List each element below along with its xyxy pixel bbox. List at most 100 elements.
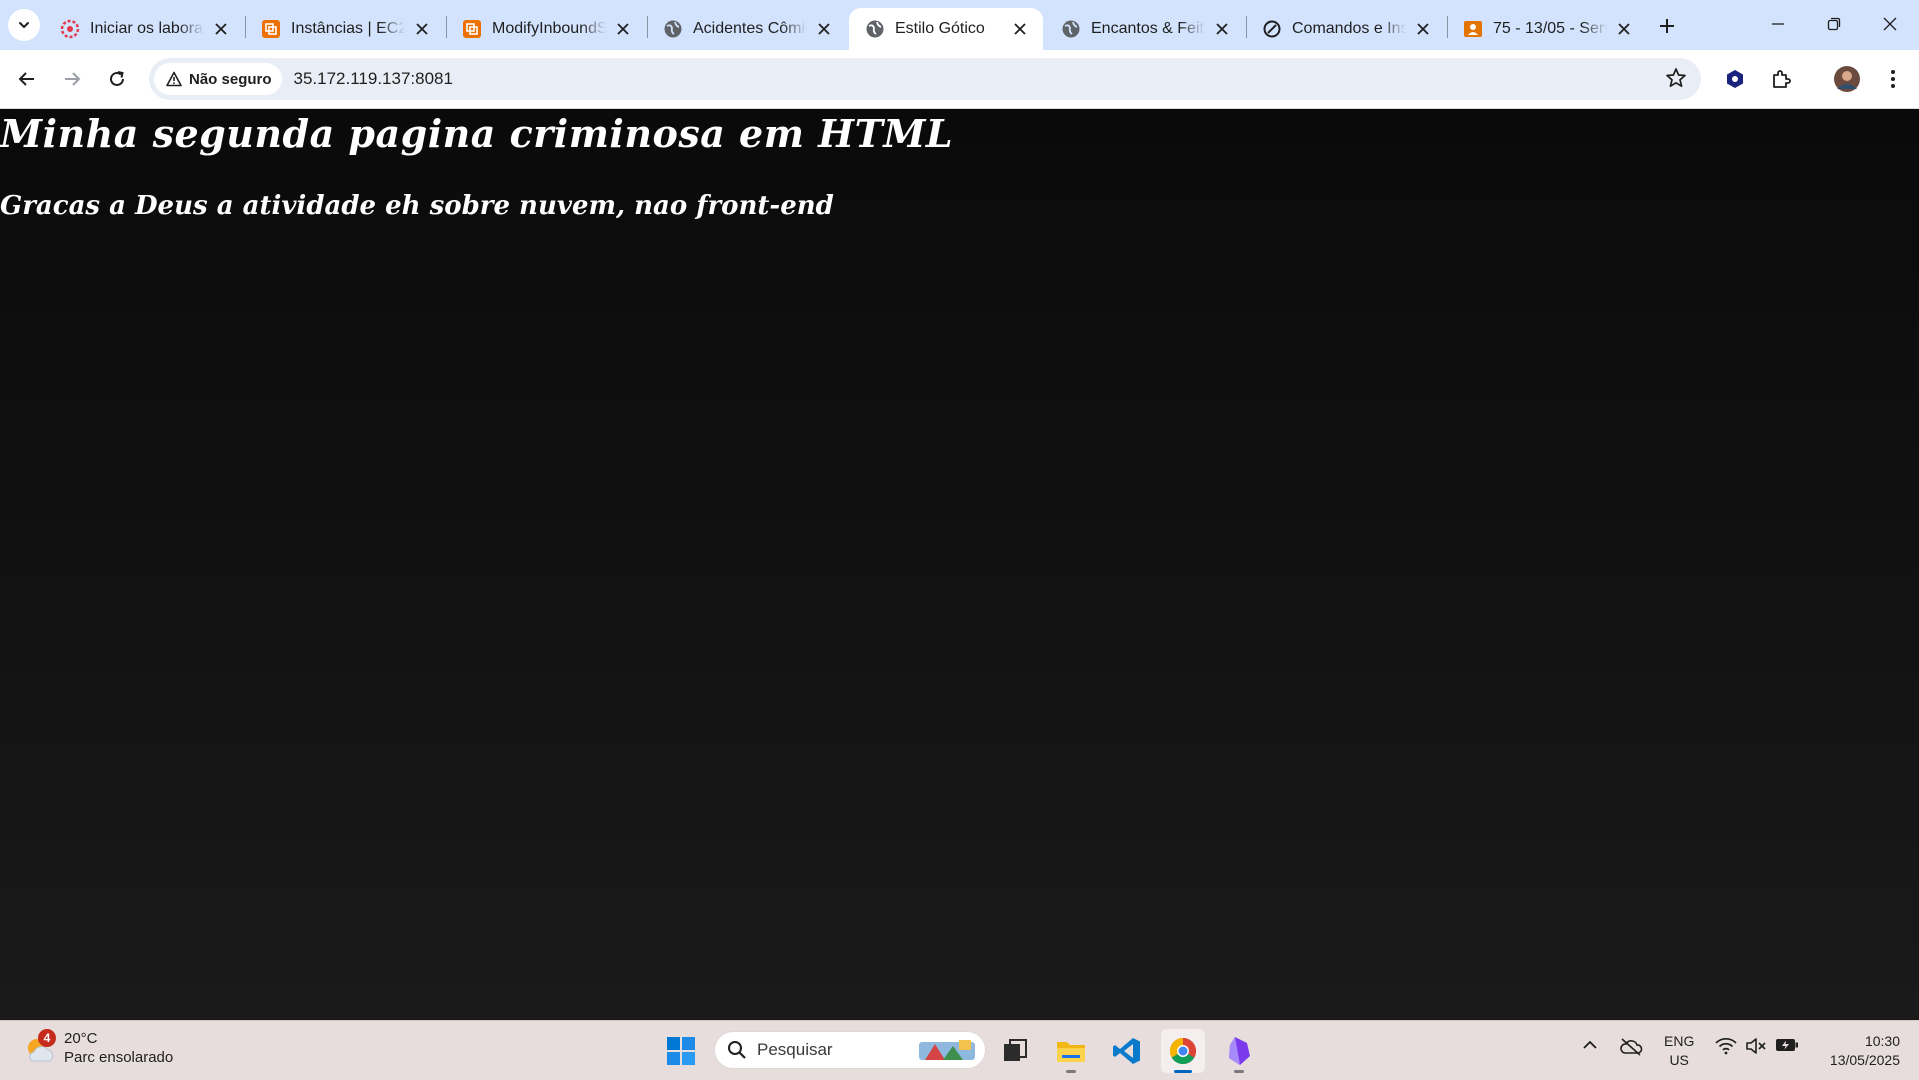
tab-search-button[interactable]: [8, 9, 40, 41]
tab-title: Encantos & Feitiços: [1091, 20, 1205, 37]
minimize-button[interactable]: [1750, 0, 1806, 48]
task-view-button[interactable]: [993, 1029, 1037, 1073]
arrow-right-icon: [65, 72, 81, 86]
weather-icon: 4: [24, 1029, 56, 1065]
language-code: ENG: [1664, 1033, 1695, 1049]
tab-title: 75 - 13/05 - Servidores: [1493, 20, 1607, 37]
close-icon[interactable]: [1412, 18, 1434, 40]
browser-tab-strip: Iniciar os laboratório Instâncias | EC2 …: [0, 0, 1919, 50]
volume-muted-icon: [1746, 1038, 1766, 1054]
forward-button[interactable]: [55, 62, 89, 96]
wifi-icon: [1715, 1037, 1737, 1055]
arrow-left-icon: [18, 72, 34, 86]
restore-icon: [1827, 17, 1841, 31]
tab-title: Estilo Gótico: [895, 20, 985, 37]
web-page-content: Minha segunda pagina criminosa em HTML G…: [0, 109, 1919, 1020]
extension-shield-button[interactable]: [1718, 62, 1752, 96]
onedrive-status[interactable]: [1619, 1037, 1643, 1057]
network-status[interactable]: [1715, 1037, 1737, 1055]
windows-logo-icon: [667, 1037, 695, 1065]
file-explorer-button[interactable]: [1049, 1029, 1093, 1073]
plus-icon: [1660, 19, 1674, 33]
search-icon: [728, 1041, 746, 1059]
input-language-indicator[interactable]: ENG US: [1664, 1032, 1694, 1070]
running-indicator: [1174, 1070, 1192, 1073]
bookmark-star-icon[interactable]: [1665, 67, 1687, 89]
close-icon[interactable]: [1613, 18, 1635, 40]
aws-icon: [261, 19, 281, 39]
cloud-offline-icon: [1620, 1038, 1643, 1056]
avatar: [1834, 66, 1860, 92]
profile-button[interactable]: [1830, 62, 1864, 96]
tab-title: ModifyInboundSecurityGroup: [492, 20, 606, 37]
search-placeholder: Pesquisar: [757, 1040, 833, 1059]
page-subheading: Gracas a Deus a atividade eh sobre nuvem…: [0, 191, 834, 221]
clock-time: 10:30: [1864, 1033, 1900, 1049]
browser-tab[interactable]: ModifyInboundSecurityGroup: [446, 8, 646, 50]
browser-tab[interactable]: Iniciar os laboratório: [44, 8, 244, 50]
obsidian-button[interactable]: [1217, 1029, 1261, 1073]
browser-tab[interactable]: Encantos & Feitiços: [1045, 8, 1245, 50]
windows-taskbar: 4 20°C Parc ensolarado Pesquisar ENG US …: [0, 1020, 1919, 1080]
close-icon[interactable]: [411, 18, 433, 40]
browser-tab[interactable]: 75 - 13/05 - Servidores: [1447, 8, 1647, 50]
browser-tab-active[interactable]: Estilo Gótico: [849, 8, 1043, 50]
show-hidden-icons-button[interactable]: [1582, 1037, 1598, 1053]
chrome-button[interactable]: [1161, 1029, 1205, 1073]
url-text[interactable]: 35.172.119.137:8081: [294, 69, 453, 89]
vscode-icon: [1113, 1038, 1140, 1064]
obsidian-icon: [1229, 1037, 1250, 1065]
weather-temperature: 20°C: [64, 1030, 98, 1047]
system-clock[interactable]: 10:30 13/05/2025: [1818, 1032, 1900, 1070]
security-chip-label: Não seguro: [189, 70, 272, 88]
browser-tab[interactable]: Acidentes Cômicos: [647, 8, 847, 50]
folder-icon: [1057, 1042, 1085, 1062]
vscode-button[interactable]: [1105, 1029, 1149, 1073]
task-view-icon: [1004, 1039, 1027, 1061]
classroom-icon: [1463, 19, 1483, 39]
globe-icon: [663, 19, 683, 39]
running-indicator: [1234, 1070, 1244, 1073]
extensions-button[interactable]: [1765, 62, 1799, 96]
address-bar[interactable]: Não seguro 35.172.119.137:8081: [149, 58, 1701, 100]
chrome-icon: [1169, 1037, 1197, 1065]
taskbar-search-box[interactable]: Pesquisar: [714, 1031, 986, 1069]
weather-condition: Parc ensolarado: [64, 1049, 174, 1066]
tab-title: Iniciar os laboratório: [90, 20, 204, 37]
close-icon[interactable]: [210, 18, 232, 40]
aws-icon: [462, 19, 482, 39]
battery-status[interactable]: [1775, 1037, 1799, 1053]
battery-charging-icon: [1776, 1039, 1798, 1051]
volume-status[interactable]: [1745, 1037, 1767, 1055]
reload-button[interactable]: [100, 62, 134, 96]
clock-date: 13/05/2025: [1829, 1052, 1900, 1068]
tab-title: Acidentes Cômicos: [693, 20, 807, 37]
security-chip[interactable]: Não seguro: [154, 63, 282, 95]
warning-icon: [166, 71, 182, 87]
start-button[interactable]: [659, 1029, 703, 1073]
restore-button[interactable]: [1806, 0, 1862, 48]
close-icon[interactable]: [1009, 18, 1031, 40]
weather-widget[interactable]: 4 20°C Parc ensolarado: [24, 1029, 173, 1067]
tab-title: Instâncias | EC2 | us-east-1: [291, 20, 405, 37]
tab-title: Comandos e Instruções: [1292, 20, 1406, 37]
shield-extension-icon: [1727, 70, 1743, 88]
aws-academy-icon: [60, 19, 80, 39]
browser-tab[interactable]: Instâncias | EC2 | us-east-1: [245, 8, 445, 50]
chevron-down-icon: [19, 22, 29, 29]
browser-toolbar: Não seguro 35.172.119.137:8081: [0, 50, 1919, 109]
more-vertical-icon: [1891, 70, 1895, 88]
browser-menu-button[interactable]: [1876, 62, 1910, 96]
back-button[interactable]: [10, 62, 44, 96]
chevron-up-icon: [1583, 1040, 1597, 1049]
search-highlight-image: [919, 1040, 975, 1060]
page-heading: Minha segunda pagina criminosa em HTML: [0, 111, 954, 156]
close-icon[interactable]: [813, 18, 835, 40]
close-icon[interactable]: [1211, 18, 1233, 40]
close-icon[interactable]: [612, 18, 634, 40]
chatgpt-icon: [1262, 19, 1282, 39]
close-window-button[interactable]: [1862, 0, 1918, 48]
browser-tab[interactable]: Comandos e Instruções: [1246, 8, 1446, 50]
new-tab-button[interactable]: [1651, 10, 1683, 42]
notification-badge: 4: [38, 1029, 56, 1047]
